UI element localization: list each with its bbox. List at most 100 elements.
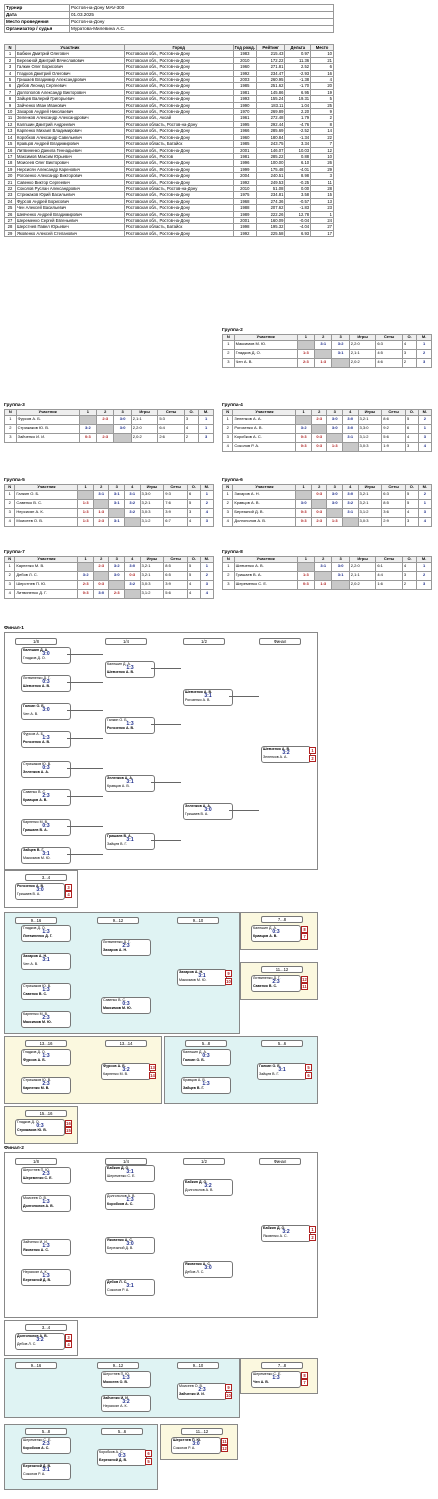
- group-cell: 1: [199, 561, 215, 572]
- participants-table: N Участник Город Год рожд. Рейтинг Дельта Мест…: [4, 43, 334, 238]
- group-player-name: Гладков Д. О.: [233, 348, 298, 359]
- group-cell: 3:0: [108, 570, 125, 581]
- round-header: Финал: [259, 1158, 301, 1165]
- match-player-b: Шеременко С. Е.: [107, 1174, 136, 1178]
- round-header: 1/2: [183, 638, 225, 645]
- group-row: 4 Литвиненко Д. Г. 0:3 3:0 2:3 3,1:2 5:6 4 4: [3, 588, 215, 599]
- place-match: Литвиненко Д. Г. 2:3 Захаров А. Н.: [101, 939, 151, 956]
- group-cell: 1: [417, 423, 433, 434]
- group-cell: 3:0: [113, 423, 132, 434]
- place-match: Фурсов А. Б. 3:2 Карпенко М. В.: [101, 1063, 151, 1080]
- group-player-name: Гришаев В. А.: [233, 570, 298, 581]
- group-cell: 1: [221, 414, 234, 425]
- group-cell: 4: [3, 516, 16, 527]
- match-player-b: Березкной Д. В.: [99, 1458, 128, 1462]
- group-cell: 4: [417, 516, 433, 527]
- r16-match: Зайченко И. И. 1:3 Яковенко А. С.: [21, 1239, 71, 1256]
- group-cell: 3:2: [108, 561, 125, 572]
- group-cell: 2:3: [92, 516, 110, 527]
- group-cell: [326, 432, 343, 443]
- place-7-8-panel: 7...8 Шеременко С. Е. 1:3 Чен А. В. 8 7: [240, 1358, 318, 1394]
- match-player-b: Яковенко А. С.: [23, 1248, 49, 1252]
- group-cell: 3:2: [124, 507, 141, 518]
- group-cell: 3,2:1: [357, 489, 383, 500]
- group-player-name: Соколов Р. А.: [232, 441, 297, 452]
- group-cell: 2:6: [157, 432, 185, 443]
- group-cell: 3: [417, 432, 433, 443]
- group-cell: 3: [3, 507, 16, 518]
- group-table: N Участник 1 2 3 Игры Сеты О. М. 1 Фурсов А. Б. 2:3…: [4, 409, 214, 443]
- round-header: 15...16: [25, 1110, 67, 1117]
- group-cell: 3: [222, 579, 235, 590]
- group-cell: 3:0: [326, 498, 343, 509]
- info-row: Дата 01.03.2025: [4, 11, 334, 19]
- match-player-b: Березкной Д. В.: [107, 1246, 134, 1250]
- group-cell: 0:3: [78, 432, 98, 443]
- info-value: Ростов-на-Дону: [69, 18, 334, 26]
- group-cell: 0:3: [295, 441, 312, 452]
- group-cell: 2: [416, 348, 432, 359]
- group-cell: 3: [221, 432, 234, 443]
- group-row: 3 Чен А. В. 2:3 1:3 2,0:2 4:6 2 3: [222, 357, 432, 368]
- match-player-b: Шевченко А. В.: [107, 670, 135, 674]
- group-cell: 2,0:2: [348, 579, 377, 590]
- group-cell: 4: [187, 516, 201, 527]
- qf-match: Зеленков А. А. 3:1 Кравцов А. В.: [105, 775, 155, 792]
- group-cell: 1:3: [314, 357, 333, 368]
- group-cell: 3: [416, 357, 432, 368]
- group-cell: 3:0: [113, 414, 132, 425]
- qf-match: Долгополов А. В. 1:3 Коробков А. С.: [105, 1193, 155, 1210]
- round-header: 1/4: [105, 1158, 147, 1165]
- group-row: 4 Моисеев О. В. 1:3 2:3 3:1 3,1:2 6:7 4 3: [3, 516, 215, 527]
- group-cell: 3,1:2: [139, 516, 165, 527]
- group-cell: 3: [183, 414, 200, 425]
- round-header: 1/2: [183, 1158, 225, 1165]
- group-cell: 3:1: [314, 561, 333, 572]
- group-cell: 2: [416, 570, 432, 581]
- place-match: Шерстнев П. Ю. 1:3 Моисеев О. В.: [101, 1371, 151, 1388]
- group-player-name: Литвиненко Д. Г.: [14, 588, 79, 599]
- group-cell: 3:1: [108, 489, 125, 500]
- info-key: Место проведения: [4, 18, 70, 26]
- group-row: 2 Савенко В. С. 1:3 3:1 3:2 3,2:1 7:6 5 2: [3, 498, 215, 509]
- group-cell: 3: [405, 441, 419, 452]
- place-badge: 1: [309, 1226, 316, 1233]
- group-cell: 1: [198, 414, 214, 425]
- group-cell: 3:0: [331, 561, 350, 572]
- info-value: 01.03.2025: [69, 11, 334, 19]
- group-cell: 3,1:2: [139, 588, 165, 599]
- group-cell: 3,3:0: [139, 489, 165, 500]
- place-match: Коробков А. С. 0:3 Березкной Д. В.: [97, 1449, 147, 1466]
- group-player-name: Максимов М. Ю.: [233, 339, 298, 350]
- round-header: 5...8: [185, 1040, 227, 1047]
- group-cell: 2:3: [96, 432, 115, 443]
- round-header: 1/4: [105, 638, 147, 645]
- group-player-name: Стрижаков Ю. В.: [15, 423, 80, 434]
- place-13-16-panel: 13...16 13...14 Гладков Д. О. 1:3 Фурсов А. …: [4, 1036, 162, 1104]
- round-header: 11...12: [261, 966, 303, 973]
- group-cell: 4:5: [375, 348, 403, 359]
- match-player-b: Долгополов А. В.: [23, 1204, 54, 1208]
- group-cell: 5:6: [163, 588, 188, 599]
- group-cell: [77, 489, 94, 500]
- group-cell: 2: [199, 570, 215, 581]
- match-player-b: Березкной Д. В.: [23, 1278, 52, 1282]
- group-cell: [92, 570, 110, 581]
- place-5-8-panel: 5...8 5...6 Калпшин Д. А. 0:3 Галкин О. Б. Кр…: [164, 1036, 318, 1104]
- round-header: 7...8: [261, 916, 303, 923]
- final-match: Шевченко А. В. 3:2 Зеленков А. А.: [261, 746, 311, 763]
- group-cell: 1:6: [375, 579, 403, 590]
- match-player-b: Захаров А. Н.: [103, 948, 128, 952]
- group-cell: [296, 561, 316, 572]
- match-player-b: Максимов М. Ю.: [103, 1006, 132, 1010]
- participant-name: Яковенко Алексей Степанович: [15, 229, 125, 238]
- group-cell: 3:1: [108, 516, 125, 527]
- group-cell: 3:9: [163, 579, 188, 590]
- group-cell: 3:1: [314, 339, 333, 350]
- group-cell: 4: [401, 339, 418, 350]
- group-row: 3 Нерсисян А. К. 1:3 1:3 3:2 3,0:3 3:9 3 4: [3, 507, 215, 518]
- group-cell: 2,0:2: [348, 357, 377, 368]
- place-7-8-panel: 7...8 Калпшин Д. А. 0:3 Кравцов А. В. 8 7: [240, 912, 318, 950]
- match-player-b: Долгополов А. В.: [185, 1188, 214, 1192]
- round-header: 13...14: [105, 1040, 147, 1047]
